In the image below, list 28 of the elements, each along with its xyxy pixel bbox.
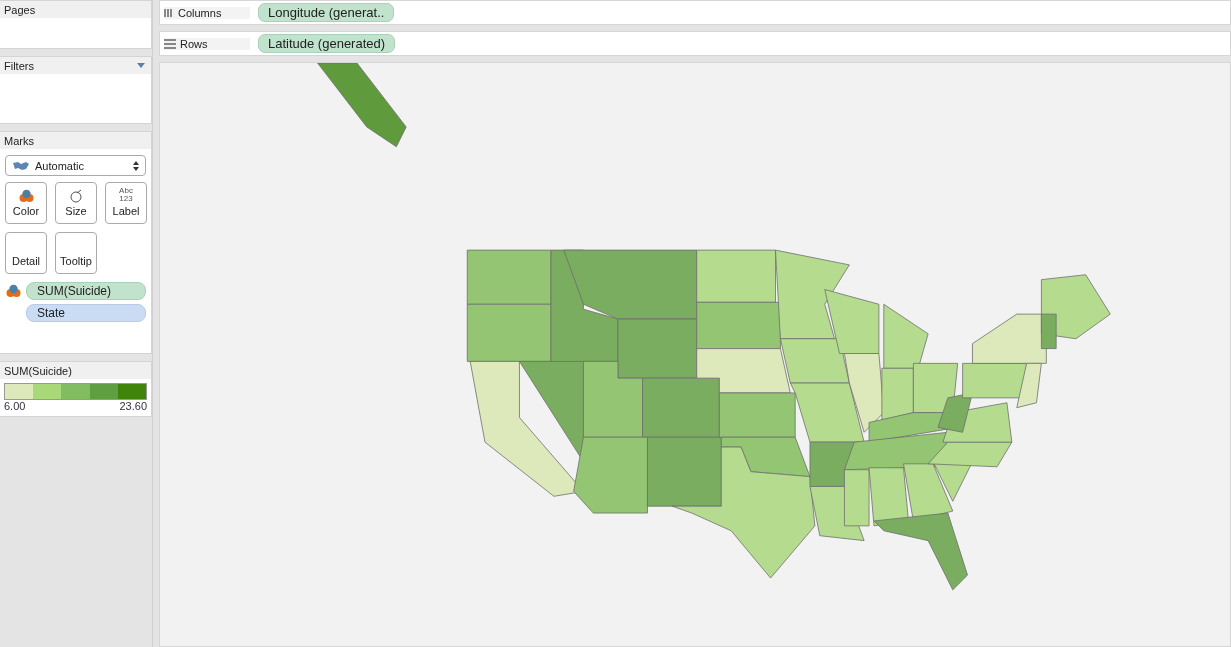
size-card[interactable]: Size [55, 182, 97, 224]
shelf-label: Columns [178, 6, 222, 19]
rows-shelf[interactable]: Rows Latitude (generated) [159, 31, 1231, 56]
detail-card[interactable]: Detail [5, 232, 47, 274]
rows-icon [164, 38, 176, 49]
field-pill[interactable]: State [26, 304, 146, 322]
columns-icon [164, 7, 174, 18]
field-pill[interactable]: Longitude (generat.. [258, 3, 395, 22]
filters-title: Filters [4, 59, 34, 72]
color-circles-icon [6, 284, 21, 298]
size-circle-icon [69, 189, 83, 203]
legend-max: 23.60 [119, 400, 147, 412]
label-card[interactable]: Abc 123 Label [105, 182, 147, 224]
field-pill[interactable]: Latitude (generated) [258, 34, 396, 53]
color-circles-icon [18, 189, 34, 203]
tooltip-card[interactable]: Tooltip [55, 232, 97, 274]
columns-shelf[interactable]: Columns Longitude (generat.. [159, 0, 1231, 25]
dropdown-caret-icon[interactable] [137, 63, 145, 68]
up-down-arrows-icon [133, 160, 139, 171]
marks-title: Marks [4, 134, 34, 147]
legend-title: SUM(Suicide) [4, 364, 72, 377]
field-pill[interactable]: SUM(Suicide) [26, 282, 146, 300]
pages-title: Pages [4, 3, 36, 16]
abc-123-icon: Abc 123 [119, 187, 133, 203]
color-card[interactable]: Color [5, 182, 47, 224]
shelf-label: Rows [180, 37, 208, 50]
mark-type-select[interactable]: Automatic [5, 155, 146, 176]
legend-min: 6.00 [4, 400, 26, 412]
